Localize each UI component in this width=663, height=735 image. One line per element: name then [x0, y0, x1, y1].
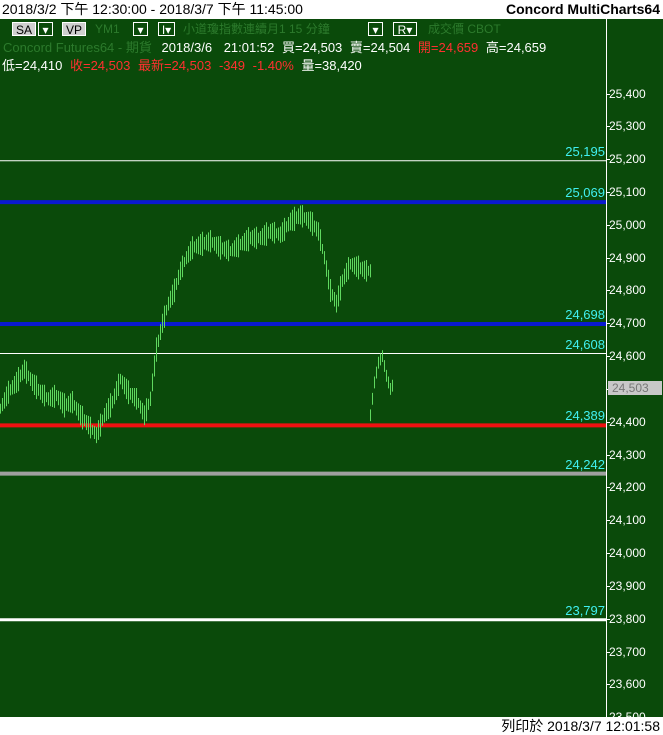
app-title: Concord MultiCharts64	[505, 1, 660, 17]
bid-price: 買=24,503	[281, 40, 343, 55]
quote-line-2: 低=24,410 收=24,503 最新=24,503 -349 -1.40% …	[2, 58, 362, 74]
percent-change: -1.40%	[252, 58, 294, 73]
axis-tick-mark	[606, 487, 610, 489]
close-price: 收=24,503	[69, 58, 131, 73]
vp-button[interactable]: VP	[62, 22, 87, 37]
axis-tick-label: 24,200	[609, 480, 646, 495]
axis-tick-label: 24,700	[609, 316, 646, 331]
axis-tick-label: 25,400	[609, 86, 646, 101]
symbol-label: YM1	[95, 22, 120, 36]
chart-area[interactable]: SA ▾ VP YM1 ▾ I▾ 小道瓊指數連續月1 15 分鐘 ▾ R▾ 成交…	[0, 19, 663, 717]
axis-tick-label: 24,300	[609, 447, 646, 462]
axis-tick-mark	[606, 553, 610, 555]
axis-tick-mark	[606, 421, 610, 423]
quote-date: 2018/3/6	[161, 40, 213, 55]
axis-tick-label: 24,000	[609, 546, 646, 561]
axis-tick-mark	[606, 159, 610, 161]
axis-tick-label: 24,600	[609, 349, 646, 364]
axis-tick-label: 23,500	[609, 710, 646, 717]
axis-tick-label: 25,300	[609, 119, 646, 134]
level-label: 24,608	[565, 336, 605, 352]
axis-tick-label: 23,600	[609, 677, 646, 692]
r-button[interactable]: R▾	[393, 22, 417, 37]
axis-tick-label: 25,000	[609, 217, 646, 232]
axis-tick-label: 24,900	[609, 250, 646, 265]
level-label: 25,069	[565, 185, 605, 201]
last-price: 最新=24,503	[137, 58, 212, 73]
current-price-marker: 24,503	[608, 380, 662, 395]
axis-tick-label: 23,900	[609, 578, 646, 593]
axis-tick-mark	[606, 356, 610, 358]
title-bar: 2018/3/2 下午 12:30:00 - 2018/3/7 下午 11:45…	[0, 0, 663, 19]
axis-tick-label: 24,100	[609, 513, 646, 528]
axis-tick-label: 25,200	[609, 152, 646, 167]
footer: 列印於 2018/3/7 12:01:58	[0, 717, 663, 735]
data-source: Concord Futures64 - 期貨	[3, 40, 152, 55]
axis-tick-mark	[606, 454, 610, 456]
chart-toolbar: SA ▾ VP YM1 ▾ I▾ 小道瓊指數連續月1 15 分鐘 ▾ R▾ 成交…	[0, 19, 606, 39]
axis-tick-label: 24,400	[609, 414, 646, 429]
axis-tick-label: 23,700	[609, 644, 646, 659]
volume: 量=38,420	[301, 58, 362, 73]
symbol-dropdown-icon[interactable]: ▾	[133, 22, 148, 37]
level-label: 24,242	[565, 456, 605, 472]
axis-tick-mark	[606, 224, 610, 226]
axis-tick-label: 24,800	[609, 283, 646, 298]
axis-tick-mark	[606, 520, 610, 522]
axis-tick-mark	[606, 290, 610, 292]
price-source-label: 成交價 CBOT	[428, 22, 501, 36]
quote-time: 21:01:52	[223, 40, 275, 55]
open-price: 開=24,659	[417, 40, 479, 55]
level-label: 23,797	[565, 602, 605, 618]
axis-tick-mark	[606, 651, 610, 653]
axis-tick-mark	[606, 684, 610, 686]
level-label: 24,698	[565, 306, 605, 322]
axis-tick-mark	[606, 323, 610, 325]
price-change: -349	[218, 58, 245, 73]
sa-button[interactable]: SA	[12, 22, 37, 37]
axis-tick-label: 23,800	[609, 611, 646, 626]
instrument-description: 小道瓊指數連續月1 15 分鐘	[183, 22, 330, 36]
axis-tick-mark	[606, 257, 610, 259]
axis-tick-mark	[606, 618, 610, 620]
description-dropdown-icon[interactable]: ▾	[368, 22, 383, 37]
low-price: 低=24,410	[2, 58, 63, 73]
axis-tick-mark	[606, 585, 610, 587]
quote-line-1: Concord Futures64 - 期貨 2018/3/6 21:01:52…	[0, 40, 546, 56]
interval-button[interactable]: I▾	[158, 22, 175, 37]
print-timestamp: 列印於 2018/3/7 12:01:58	[501, 718, 660, 734]
sa-dropdown-icon[interactable]: ▾	[38, 22, 53, 37]
axis-tick-label: 25,100	[609, 184, 646, 199]
axis-tick-mark	[606, 126, 610, 128]
level-label: 24,389	[565, 408, 605, 424]
date-range: 2018/3/2 下午 12:30:00 - 2018/3/7 下午 11:45…	[2, 1, 303, 17]
axis-tick-mark	[606, 191, 610, 193]
axis-tick-mark	[606, 93, 610, 95]
level-label: 25,195	[565, 143, 605, 159]
high-price: 高=24,659	[485, 40, 547, 55]
ask-price: 賣=24,504	[349, 40, 411, 55]
